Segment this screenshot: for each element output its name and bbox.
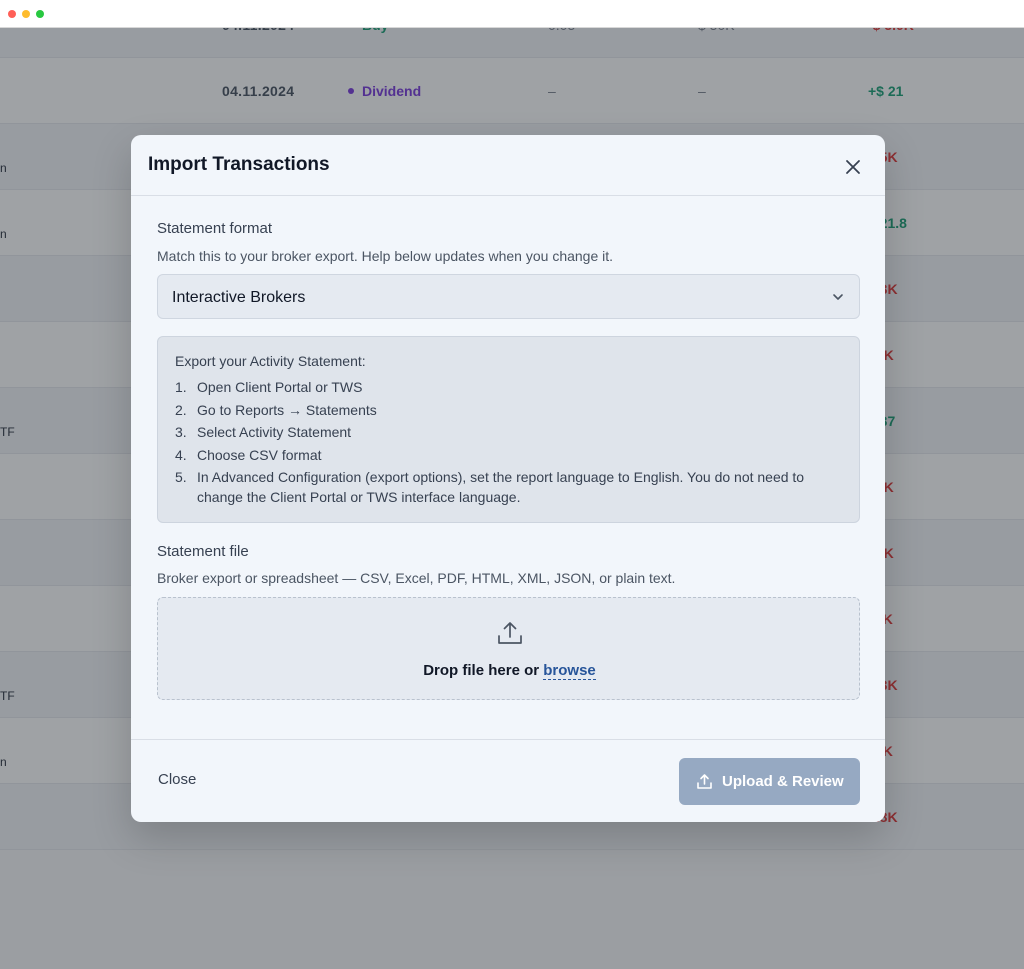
file-dropzone[interactable]: Drop file here or browse [157, 597, 860, 700]
format-instructions-panel: Export your Activity Statement: 1. Open C… [157, 336, 860, 523]
statement-format-label: Statement format [157, 220, 273, 237]
upload-review-label: Upload & Review [722, 773, 844, 790]
close-icon[interactable] [841, 155, 865, 179]
instructions-heading: Export your Activity Statement: [175, 353, 366, 369]
window-zoom-dot[interactable] [36, 10, 44, 18]
instruction-step: 2. Go to Reports → Statements [175, 401, 377, 418]
window-minimize-dot[interactable] [22, 10, 30, 18]
instruction-step: 3. Select Activity Statement [175, 424, 352, 441]
instruction-step: 1. Open Client Portal or TWS [175, 379, 363, 395]
statement-file-help: Broker export or spreadsheet — CSV, Exce… [157, 570, 676, 586]
upload-icon [697, 774, 712, 789]
browse-link[interactable]: browse [543, 662, 596, 680]
statement-format-value: Interactive Brokers [172, 289, 306, 306]
chevron-down-icon [833, 294, 843, 300]
window-close-dot[interactable] [8, 10, 16, 18]
upload-icon [498, 622, 522, 644]
upload-review-button[interactable]: Upload & Review [679, 758, 860, 805]
statement-format-select[interactable]: Interactive Brokers [157, 274, 860, 319]
instructions-list: 1. Open Client Portal or TWS 2. Go to Repo… [175, 377, 845, 510]
instruction-step: 5. In Advanced Configuration (export opti… [175, 469, 805, 506]
statement-file-label: Statement file [157, 543, 249, 560]
statement-format-help: Match this to your broker export. Help b… [157, 248, 614, 264]
dialog-footer: Close Upload & Review [131, 739, 885, 822]
dialog-title: Import Transactions [148, 154, 330, 175]
window-titlebar [0, 0, 1024, 28]
import-transactions-dialog: Import Transactions Statement format Mat… [131, 135, 885, 822]
dialog-header: Import Transactions [131, 135, 885, 196]
instruction-step: 4. Choose CSV format [175, 446, 322, 463]
dropzone-text: Drop file here or browse [423, 662, 596, 680]
close-button[interactable]: Close [158, 771, 196, 788]
